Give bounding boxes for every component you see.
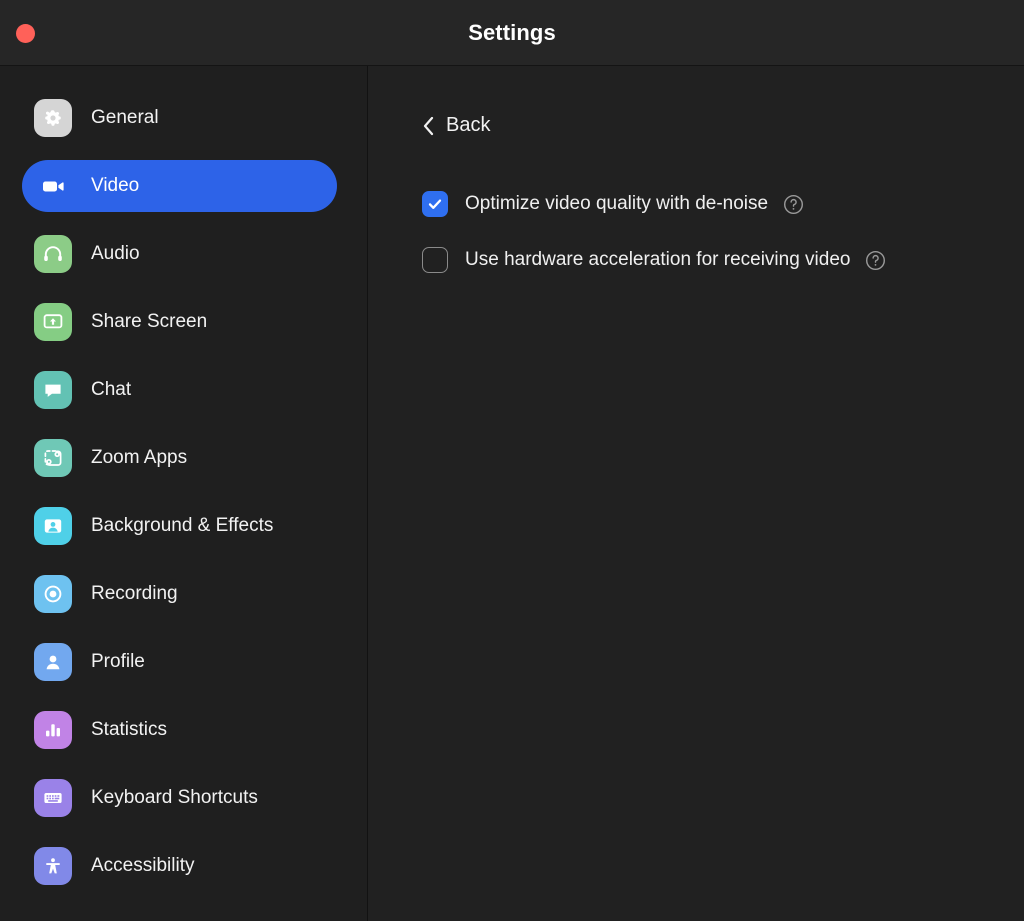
settings-content: Back Optimize video quality with de-nois… [368, 66, 1024, 921]
accessibility-icon [34, 847, 72, 885]
window-body: General Video [0, 66, 1024, 921]
sidebar-item-video[interactable]: Video [22, 160, 337, 212]
option-label: Optimize video quality with de-noise [465, 193, 768, 215]
chat-bubble-icon [34, 371, 72, 409]
headphones-icon [34, 235, 72, 273]
sidebar-item-share-screen[interactable]: Share Screen [22, 296, 337, 348]
sidebar-item-chat[interactable]: Chat [22, 364, 337, 416]
checkmark-icon [427, 196, 443, 212]
share-screen-icon [34, 303, 72, 341]
sidebar-item-label: Share Screen [91, 311, 207, 333]
sidebar-item-background-effects[interactable]: Background & Effects [22, 500, 337, 552]
help-circle-icon[interactable] [865, 250, 886, 271]
checkbox-optimize-video-quality[interactable] [422, 191, 448, 217]
sidebar-item-label: Background & Effects [91, 515, 273, 537]
sidebar-item-general[interactable]: General [22, 92, 337, 144]
sidebar-item-label: Statistics [91, 719, 167, 741]
record-icon [34, 575, 72, 613]
back-label: Back [446, 114, 490, 137]
option-label: Use hardware acceleration for receiving … [465, 249, 850, 271]
sidebar-item-label: Recording [91, 583, 178, 605]
close-window-button[interactable] [16, 24, 35, 43]
sidebar-item-statistics[interactable]: Statistics [22, 704, 337, 756]
sidebar-item-recording[interactable]: Recording [22, 568, 337, 620]
help-circle-icon[interactable] [783, 194, 804, 215]
title-bar: Settings [0, 0, 1024, 66]
sidebar-item-accessibility[interactable]: Accessibility [22, 840, 337, 892]
traffic-lights [16, 0, 35, 66]
video-camera-icon [34, 167, 72, 205]
option-row[interactable]: Optimize video quality with de-noise [422, 187, 1024, 221]
option-row[interactable]: Use hardware acceleration for receiving … [422, 243, 1024, 277]
sidebar-item-keyboard-shortcuts[interactable]: Keyboard Shortcuts [22, 772, 337, 824]
sidebar-item-label: Audio [91, 243, 140, 265]
gear-icon [34, 99, 72, 137]
person-icon [34, 643, 72, 681]
bar-chart-icon [34, 711, 72, 749]
chevron-left-icon [422, 116, 435, 136]
settings-sidebar: General Video [0, 66, 368, 921]
zoom-apps-icon [34, 439, 72, 477]
sidebar-item-audio[interactable]: Audio [22, 228, 337, 280]
settings-window: Settings General [0, 0, 1024, 921]
sidebar-item-label: Zoom Apps [91, 447, 187, 469]
sidebar-item-label: Accessibility [91, 855, 194, 877]
sidebar-item-label: Keyboard Shortcuts [91, 787, 258, 809]
page-title: Settings [0, 20, 1024, 46]
sidebar-item-zoom-apps[interactable]: Zoom Apps [22, 432, 337, 484]
background-effects-icon [34, 507, 72, 545]
sidebar-item-label: Video [91, 175, 139, 197]
sidebar-item-label: Profile [91, 651, 145, 673]
checkbox-hardware-acceleration[interactable] [422, 247, 448, 273]
back-button[interactable]: Back [422, 114, 490, 137]
keyboard-icon [34, 779, 72, 817]
sidebar-item-profile[interactable]: Profile [22, 636, 337, 688]
sidebar-item-label: General [91, 107, 159, 129]
sidebar-item-label: Chat [91, 379, 131, 401]
